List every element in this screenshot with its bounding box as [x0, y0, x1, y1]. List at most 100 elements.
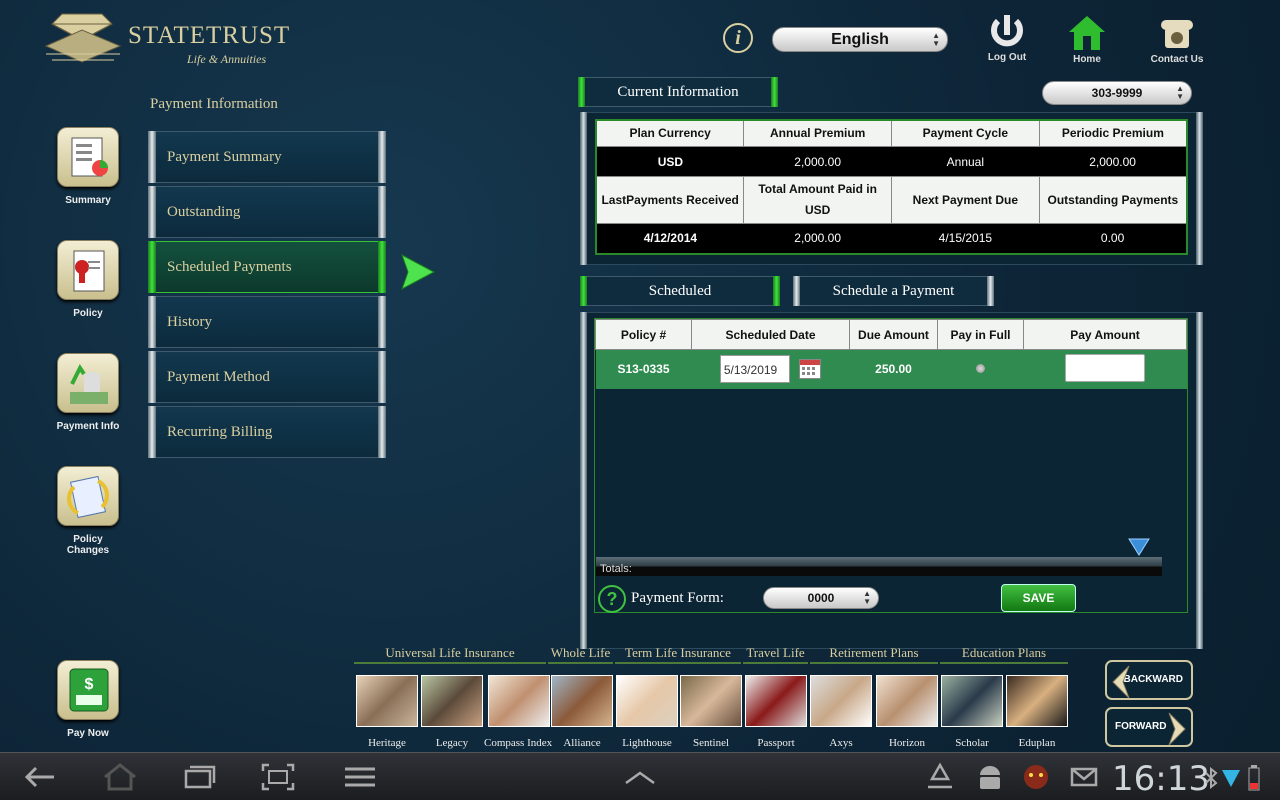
family-photo-icon — [616, 675, 678, 727]
menu-outstanding[interactable]: Outstanding — [148, 186, 386, 238]
value-outstanding-payments: 0.00 — [1039, 223, 1187, 254]
scheduled-date-field[interactable]: 5/13/2019 — [719, 355, 790, 384]
product-lighthouse[interactable]: Lighthouse — [616, 675, 678, 749]
policy-number-select[interactable]: 303-9999 ▲ ▼ — [1042, 81, 1192, 105]
family-photo-icon — [551, 675, 613, 727]
product-label: Legacy — [435, 737, 469, 749]
current-information-panel: Plan Currency Annual Premium Payment Cyc… — [580, 112, 1203, 265]
nav-policy-label: Policy — [73, 308, 103, 319]
contact-label: Contact Us — [1150, 54, 1204, 65]
home-outline-icon[interactable] — [102, 761, 138, 793]
brand-tagline: Life & Annuities — [187, 52, 267, 66]
tab-schedule-a-payment[interactable]: Schedule a Payment — [793, 276, 994, 306]
family-photo-icon — [356, 675, 418, 727]
nav-payment-info[interactable]: Payment Info — [43, 353, 133, 432]
product-label: Alliance — [563, 737, 601, 749]
payment-form-select[interactable]: 0000 ▲ ▼ — [763, 587, 879, 609]
nav-payment-info-label: Payment Info — [56, 421, 120, 432]
value-annual-premium: 2,000.00 — [743, 146, 892, 177]
menu-icon[interactable] — [342, 761, 378, 793]
contact-us-button[interactable]: Contact Us — [1147, 14, 1207, 65]
nav-summary-label: Summary — [65, 195, 111, 206]
recent-apps-icon[interactable] — [182, 761, 218, 793]
category-education-plans[interactable]: Education Plans — [940, 645, 1068, 664]
product-scholar[interactable]: Scholar — [941, 675, 1003, 749]
language-select[interactable]: English ▲ ▼ — [772, 27, 948, 52]
product-compass-index[interactable]: Compass Index — [484, 675, 552, 749]
table-row[interactable]: S13-0335 5/13/2019 250.00 — [595, 349, 1187, 389]
backward-label: BACKWARD — [1123, 674, 1183, 685]
menu-history[interactable]: History — [148, 296, 386, 348]
category-whole-life[interactable]: Whole Life — [548, 645, 613, 664]
couple-photo-icon — [810, 675, 872, 727]
save-button[interactable]: SAVE — [1001, 584, 1076, 612]
product-sentinel[interactable]: Sentinel — [680, 675, 742, 749]
backward-button[interactable]: BACKWARD — [1105, 660, 1193, 700]
power-icon — [991, 15, 1023, 47]
battery-icon — [1248, 765, 1260, 791]
nav-policy-changes[interactable]: Policy Changes — [43, 466, 133, 556]
header-plan-currency: Plan Currency — [595, 119, 745, 147]
product-axys[interactable]: Axys — [810, 675, 872, 749]
product-label: Lighthouse — [622, 737, 672, 749]
pay-amount-input[interactable] — [1065, 353, 1145, 382]
menu-payment-summary[interactable]: Payment Summary — [148, 131, 386, 183]
info-icon[interactable]: i — [723, 23, 753, 53]
pay-in-full-radio[interactable] — [976, 364, 985, 374]
header-due-amount: Due Amount — [849, 319, 938, 350]
pay-now-button[interactable]: $ Pay Now — [43, 660, 133, 739]
spinner-caret-icon: ▲ ▼ — [932, 30, 940, 48]
screenshot-icon[interactable] — [260, 761, 296, 793]
cell-due-amount: 250.00 — [849, 349, 938, 389]
category-travel-life[interactable]: Travel Life — [743, 645, 808, 664]
android-system-bar: 16:13 — [0, 752, 1280, 800]
header-last-payments-received: LastPayments Received — [595, 176, 745, 224]
chevron-up-icon[interactable] — [622, 761, 658, 793]
product-label: Sentinel — [692, 737, 730, 749]
logout-button[interactable]: Log Out — [977, 12, 1037, 63]
family-photo-icon — [680, 675, 742, 727]
menu-payment-method[interactable]: Payment Method — [148, 351, 386, 403]
product-legacy[interactable]: Legacy — [421, 675, 483, 749]
chevron-left-icon — [1112, 665, 1130, 699]
android-debug-icon — [980, 766, 1000, 789]
category-retirement-plans[interactable]: Retirement Plans — [810, 645, 938, 664]
home-button[interactable]: Home — [1057, 14, 1117, 65]
category-universal-life[interactable]: Universal Life Insurance — [354, 645, 546, 664]
product-horizon[interactable]: Horizon — [876, 675, 938, 749]
forward-button[interactable]: FORWARD — [1105, 707, 1193, 747]
product-passport[interactable]: Passport — [745, 675, 807, 749]
student-photo-icon — [941, 675, 1003, 727]
menu-recurring-billing[interactable]: Recurring Billing — [148, 406, 386, 458]
pay-now-icon: $ — [57, 660, 119, 720]
nav-policy[interactable]: Policy — [43, 240, 133, 319]
calendar-icon[interactable] — [799, 359, 822, 380]
logout-label: Log Out — [987, 52, 1027, 63]
header-next-payment-due: Next Payment Due — [891, 176, 1040, 224]
product-eduplan[interactable]: Eduplan — [1006, 675, 1068, 749]
spinner-caret-icon: ▲ ▼ — [863, 589, 871, 606]
product-label: Scholar — [955, 737, 989, 749]
product-alliance[interactable]: Alliance — [551, 675, 613, 749]
help-question-icon[interactable]: ? — [598, 585, 626, 613]
totals-bar: Totals: — [596, 557, 1162, 576]
category-term-life[interactable]: Term Life Insurance — [615, 645, 741, 664]
header-policy-number: Policy # — [595, 319, 692, 350]
value-last-payments-received: 4/12/2014 — [596, 223, 744, 254]
scroll-down-indicator-icon[interactable] — [1128, 537, 1150, 557]
value-periodic-premium: 2,000.00 — [1039, 146, 1187, 177]
statetrust-logo: StateTrust Life & Annuities — [42, 10, 289, 66]
product-label: Compass Index — [484, 737, 553, 749]
product-label: Axys — [829, 737, 853, 749]
header-payment-cycle: Payment Cycle — [891, 119, 1040, 147]
tab-current-information[interactable]: Current Information — [578, 77, 778, 107]
menu-scheduled-payments[interactable]: Scheduled Payments — [148, 241, 386, 293]
policy-certificate-icon — [57, 240, 119, 300]
back-arrow-icon[interactable] — [22, 761, 58, 793]
value-next-payment-due: 4/15/2015 — [891, 223, 1040, 254]
product-heritage[interactable]: Heritage — [356, 675, 418, 749]
tab-scheduled[interactable]: Scheduled — [580, 276, 780, 306]
language-value: English — [831, 31, 889, 48]
wifi-signal-icon — [1222, 770, 1240, 787]
nav-summary[interactable]: Summary — [43, 127, 133, 206]
